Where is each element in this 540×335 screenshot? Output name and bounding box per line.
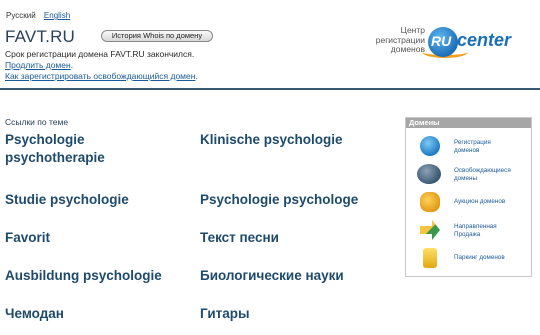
- expired-notice: Срок регистрации домена FAVT.RU закончил…: [5, 49, 198, 81]
- domain-service-label-line: Паркинг доменов: [454, 254, 505, 261]
- header-divider: [0, 88, 540, 90]
- related-link[interactable]: Гитары: [200, 305, 250, 323]
- related-link[interactable]: Ausbildung psychologie: [5, 267, 162, 285]
- related-link[interactable]: Биологические науки: [200, 267, 344, 285]
- domain-service-label-line: Освобождающиеся: [454, 167, 511, 174]
- domain-service-label-line: Аукцион доменов: [454, 198, 506, 205]
- renew-domain-link[interactable]: Продлить домен: [5, 60, 71, 70]
- related-link[interactable]: Psychologie psychotherapie: [5, 131, 155, 167]
- domain-service-label-line: домены: [454, 175, 478, 182]
- domain-service-label-line: Регистрация: [454, 139, 491, 146]
- lang-russian: Русский: [6, 11, 36, 20]
- lang-english-link[interactable]: English: [44, 11, 70, 20]
- related-link[interactable]: Чемодан: [5, 305, 64, 323]
- domain-service-label: Паркинг доменов: [454, 254, 505, 262]
- domain-service-expiring[interactable]: Освобождающиеся домены: [406, 164, 531, 190]
- related-link[interactable]: Klinische psychologie: [200, 131, 343, 149]
- domain-service-label: Направленная Продажа: [454, 223, 497, 239]
- logo-caption-line-3: доменов: [390, 44, 425, 54]
- domain-service-direct-sale[interactable]: Направленная Продажа: [406, 220, 531, 246]
- related-links-heading: Ссылки по теме: [5, 117, 69, 127]
- related-link[interactable]: Favorit: [5, 229, 50, 247]
- domain-service-registration[interactable]: Регистрация доменов: [406, 136, 531, 162]
- domain-service-label-line: Направленная: [454, 223, 497, 230]
- logo-ru: RU: [431, 33, 452, 49]
- related-link[interactable]: Psychologie psychologe: [200, 191, 358, 209]
- arrow-icon: [420, 220, 440, 240]
- domain-service-label-line: доменов: [454, 147, 480, 154]
- language-bar: Русский English: [6, 11, 76, 20]
- domain-service-label-line: Продажа: [454, 231, 481, 238]
- logo-globe-icon: RU: [428, 27, 458, 57]
- related-link[interactable]: Studie psychologie: [5, 191, 129, 209]
- expired-text: Срок регистрации домена FAVT.RU закончил…: [5, 49, 195, 59]
- auction-icon: [420, 192, 440, 212]
- domain-service-label: Освобождающиеся домены: [454, 167, 511, 183]
- logo-word: center: [457, 30, 512, 50]
- whois-history-button[interactable]: История Whois по домену: [101, 30, 213, 42]
- domains-panel-title: Домены: [406, 118, 531, 128]
- domain-service-parking[interactable]: Паркинг доменов: [406, 248, 531, 274]
- globe-icon: [420, 136, 440, 156]
- parking-icon: [423, 248, 437, 268]
- domain-service-label: Аукцион доменов: [454, 198, 505, 206]
- how-to-register-link[interactable]: Как зарегистрировать освобождающийся дом…: [5, 71, 195, 81]
- site-title: FAVT.RU: [5, 27, 76, 46]
- ru-globe-icon: [417, 164, 441, 184]
- related-link[interactable]: Текст песни: [200, 229, 279, 247]
- rucenter-logo[interactable]: Центр регистрации доменов RU center: [370, 24, 532, 64]
- domains-panel: Домены Регистрация доменов Освобождающие…: [405, 117, 532, 277]
- domain-service-auction[interactable]: Аукцион доменов: [406, 192, 531, 218]
- logo-caption: Центр регистрации доменов: [370, 25, 425, 55]
- domain-service-label: Регистрация доменов: [454, 139, 491, 155]
